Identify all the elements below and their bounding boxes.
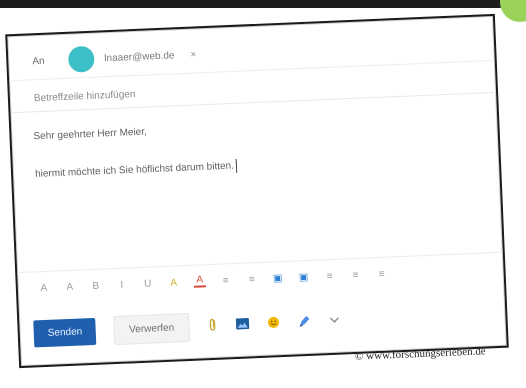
- bold-button[interactable]: B: [90, 280, 102, 291]
- align-right-button[interactable]: ≡: [375, 268, 387, 279]
- photo-top-edge: [0, 0, 526, 8]
- email-compose-window: An lnaaer@web.de × Sehr geehrter Herr Me…: [5, 13, 509, 369]
- corner-decoration: [500, 0, 526, 22]
- increase-indent-button[interactable]: ▣: [297, 271, 309, 282]
- chevron-down-icon[interactable]: [329, 315, 339, 326]
- align-left-button[interactable]: ≡: [323, 270, 335, 281]
- remove-recipient-icon[interactable]: ×: [190, 49, 196, 60]
- body-text: hiermit möchte ich Sie höflichst darum b…: [34, 160, 235, 180]
- to-label: An: [32, 55, 45, 67]
- decrease-indent-button[interactable]: ▣: [271, 272, 283, 284]
- pen-icon[interactable]: [297, 314, 312, 331]
- italic-button[interactable]: I: [116, 279, 128, 290]
- recipient-email: lnaaer@web.de: [104, 49, 175, 64]
- image-icon[interactable]: [235, 317, 250, 332]
- bullets-button[interactable]: ≡: [219, 275, 231, 286]
- numbering-button[interactable]: ≡: [245, 274, 257, 285]
- emoji-icon[interactable]: [267, 316, 280, 330]
- paperclip-icon[interactable]: [207, 318, 218, 334]
- underline-button[interactable]: U: [142, 278, 154, 289]
- message-body[interactable]: Sehr geehrter Herr Meier, hiermit möchte…: [11, 112, 502, 252]
- highlight-button[interactable]: A: [168, 277, 180, 288]
- action-toolbar: Senden Verwerfen: [19, 296, 506, 352]
- recipient-chip[interactable]: lnaaer@web.de ×: [64, 37, 205, 77]
- discard-button[interactable]: Verwerfen: [113, 312, 190, 345]
- text-cursor: [235, 158, 238, 173]
- align-center-button[interactable]: ≡: [349, 269, 361, 280]
- font-size-decrease-button[interactable]: A: [38, 282, 50, 293]
- font-color-button[interactable]: A: [193, 274, 206, 288]
- body-text-line: hiermit möchte ich Sie höflichst darum b…: [34, 158, 238, 181]
- font-size-increase-button[interactable]: A: [64, 281, 76, 292]
- body-greeting: Sehr geehrter Herr Meier,: [33, 126, 148, 143]
- send-button[interactable]: Senden: [33, 317, 97, 347]
- subject-input[interactable]: [31, 73, 416, 108]
- avatar: [67, 45, 95, 73]
- formatting-toolbar: A A B I U A A ≡ ≡ ▣ ▣ ≡ ≡ ≡: [17, 251, 505, 306]
